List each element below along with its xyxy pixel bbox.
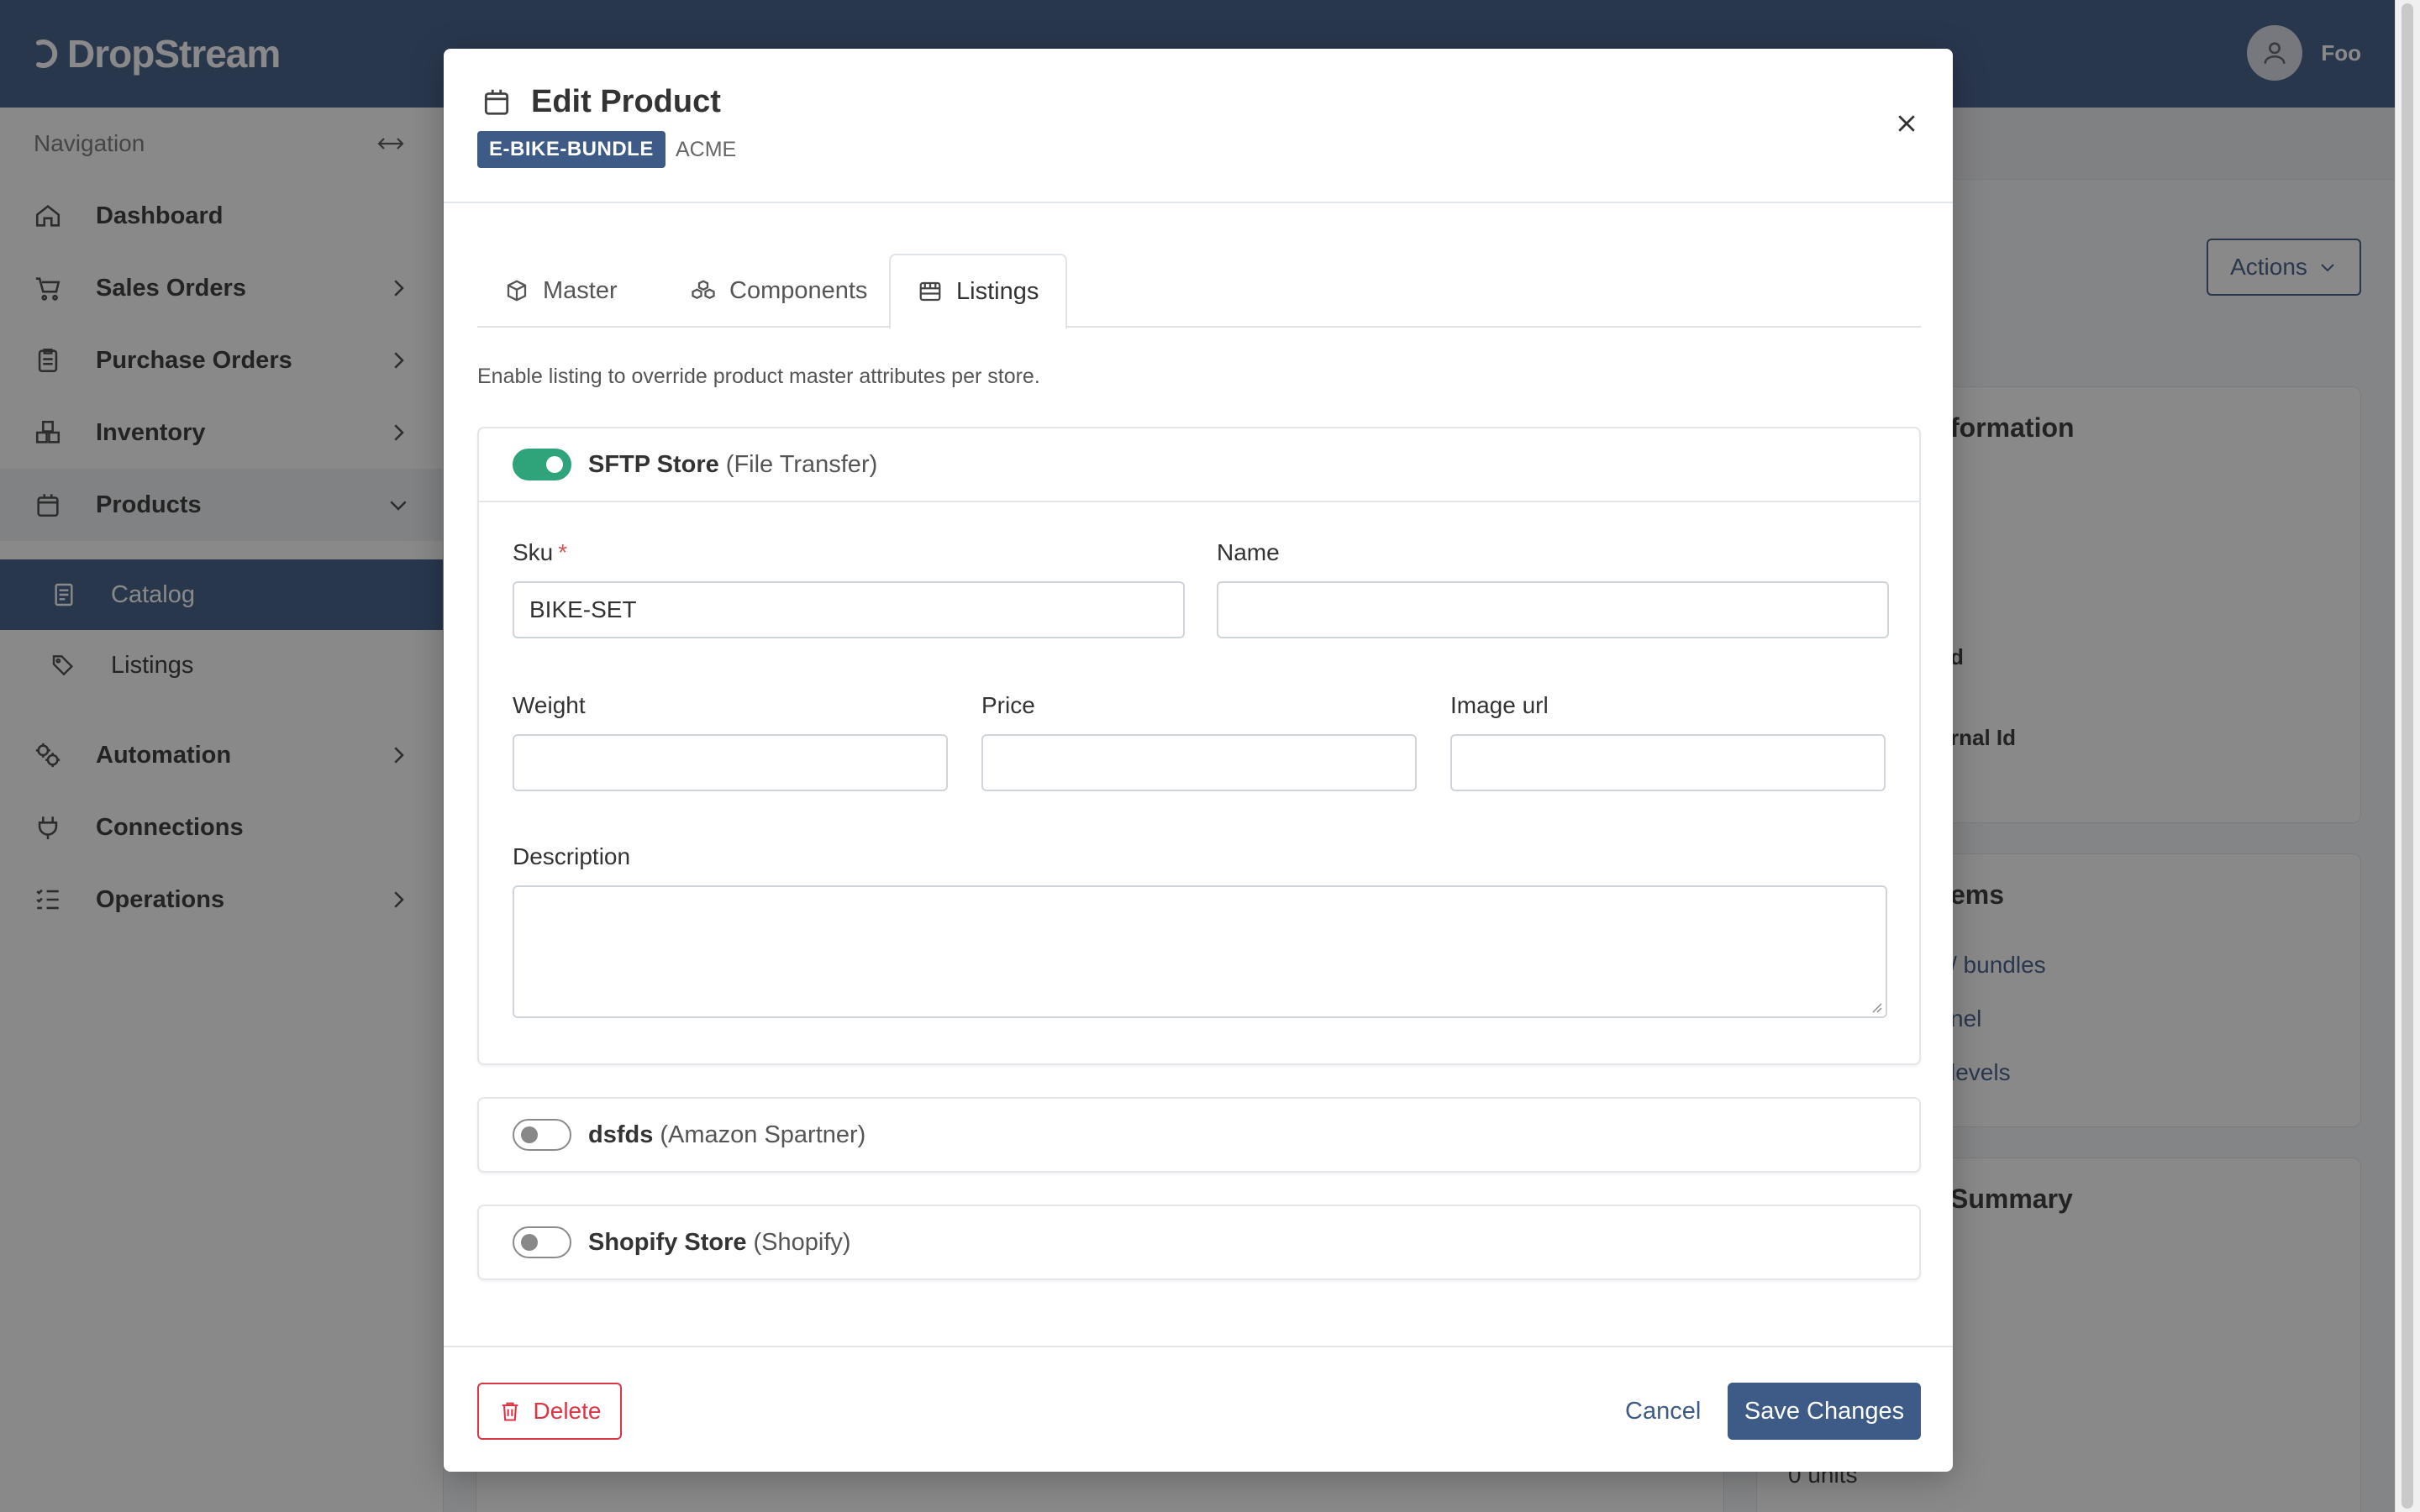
- tab-label: Listings: [956, 277, 1039, 305]
- store-listing-card: SFTP Store (File Transfer) Sku * BIKE-SET…: [477, 427, 1921, 1065]
- store-name: dsfds: [588, 1121, 654, 1148]
- store-listing-header: Shopify Store (Shopify): [479, 1206, 1919, 1278]
- description-label: Description: [513, 843, 631, 869]
- modal-footer: Delete Cancel Save Changes: [444, 1346, 1953, 1472]
- weight-label: Weight: [513, 692, 586, 718]
- product-sku-badge: E-BIKE-BUNDLE: [477, 131, 666, 168]
- store-type: (Amazon Spartner): [660, 1121, 866, 1148]
- store-enable-toggle[interactable]: [513, 1119, 571, 1151]
- store-enable-toggle[interactable]: [513, 1226, 571, 1258]
- cancel-button[interactable]: Cancel: [1625, 1383, 1701, 1440]
- description-textarea[interactable]: [513, 885, 1887, 1018]
- store-listing-header: dsfds (Amazon Spartner): [479, 1099, 1919, 1171]
- close-icon[interactable]: [1894, 111, 1919, 136]
- modal-title: Edit Product: [531, 84, 721, 119]
- edit-product-modal: Edit Product E-BIKE-BUNDLE ACME Master C…: [444, 49, 1953, 1472]
- name-input[interactable]: [1217, 581, 1889, 638]
- components-icon: [692, 280, 715, 300]
- store-listing-card: dsfds (Amazon Spartner): [477, 1097, 1921, 1173]
- store-listing-header: SFTP Store (File Transfer): [479, 428, 1919, 501]
- trash-icon: [502, 1402, 518, 1421]
- tab-label: Master: [543, 276, 618, 304]
- store-type: (Shopify): [753, 1228, 851, 1256]
- save-changes-button[interactable]: Save Changes: [1728, 1383, 1921, 1440]
- tab-master[interactable]: Master: [477, 254, 644, 328]
- store-enable-toggle[interactable]: [513, 449, 571, 480]
- tab-label: Components: [729, 276, 868, 304]
- listing-hint: Enable listing to override product maste…: [477, 365, 1040, 388]
- store-type: (File Transfer): [725, 450, 878, 478]
- sku-input[interactable]: BIKE-SET: [513, 581, 1185, 638]
- delete-label: Delete: [533, 1398, 602, 1424]
- store-icon: [919, 281, 941, 302]
- price-input[interactable]: [981, 734, 1417, 791]
- store-listing-card: Shopify Store (Shopify): [477, 1205, 1921, 1280]
- image-url-input[interactable]: [1450, 734, 1886, 791]
- sku-label: Sku *: [513, 539, 568, 565]
- page-scrollbar[interactable]: [2395, 0, 2420, 1512]
- scrollbar-thumb[interactable]: [2402, 3, 2413, 1509]
- cube-icon: [507, 280, 527, 302]
- name-label: Name: [1217, 539, 1280, 565]
- image-url-label: Image url: [1450, 692, 1549, 718]
- tab-listings[interactable]: Listings: [889, 254, 1068, 329]
- modal-header: Edit Product E-BIKE-BUNDLE ACME: [444, 49, 1953, 203]
- store-listing-fields: Sku * BIKE-SET Name Weight Price Image ur…: [479, 501, 1919, 1063]
- product-account: ACME: [676, 138, 737, 161]
- tab-components[interactable]: Components: [664, 254, 894, 328]
- weight-input[interactable]: [513, 734, 948, 791]
- bag-icon: [484, 89, 509, 115]
- resize-handle-icon[interactable]: [1869, 1000, 1882, 1013]
- delete-button[interactable]: Delete: [477, 1383, 622, 1440]
- store-name: Shopify Store: [588, 1228, 747, 1256]
- store-name: SFTP Store: [588, 450, 719, 478]
- price-label: Price: [981, 692, 1035, 718]
- modal-tabs: Master Components Listings: [477, 254, 1921, 329]
